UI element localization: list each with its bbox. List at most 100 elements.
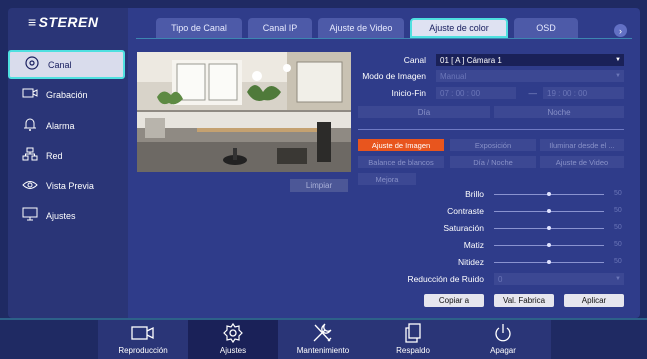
eye-icon bbox=[20, 179, 40, 193]
slider-knob[interactable] bbox=[547, 260, 551, 264]
tab-label: Tipo de Canal bbox=[171, 23, 227, 33]
copy-label: Copiar a bbox=[438, 296, 470, 305]
subtab-label: Iluminar desde el ... bbox=[549, 140, 615, 150]
subtab-exposicion[interactable]: Exposición bbox=[450, 139, 536, 151]
slider-knob[interactable] bbox=[547, 243, 551, 247]
sidebar-item-vista-previa[interactable]: Vista Previa bbox=[8, 171, 125, 200]
sidebar-item-label: Ajustes bbox=[46, 210, 76, 221]
camera-preview bbox=[137, 52, 351, 172]
apply-label: Aplicar bbox=[581, 296, 607, 305]
power-icon bbox=[492, 320, 514, 346]
chevron-down-icon: ▼ bbox=[615, 73, 621, 79]
video-record-icon bbox=[20, 87, 40, 102]
tab-label: Canal IP bbox=[262, 23, 298, 33]
chevron-down-icon: ▼ bbox=[615, 57, 621, 63]
tab-tipo-de-canal[interactable]: Tipo de Canal bbox=[156, 18, 242, 38]
sidebar-item-label: Canal bbox=[48, 59, 72, 70]
modo-imagen-value: Manual bbox=[440, 71, 467, 81]
subtab-label: Exposición bbox=[474, 140, 512, 150]
sidebar-item-label: Alarma bbox=[46, 120, 75, 131]
dock-label: Mantenimiento bbox=[296, 346, 350, 355]
dock-label: Respaldo bbox=[396, 346, 430, 355]
noise-reduction-label: Reducción de Ruido bbox=[407, 274, 484, 284]
dock-item-reproduccion[interactable]: Reproducción bbox=[98, 320, 188, 359]
slider-knob[interactable] bbox=[547, 192, 551, 196]
inicio-fin-label: Inicio-Fin bbox=[391, 88, 426, 98]
network-icon bbox=[20, 147, 40, 164]
default-label: Val. Fabrica bbox=[502, 296, 546, 305]
dock-item-apagar[interactable]: Apagar bbox=[458, 320, 548, 359]
camera-lens-icon bbox=[22, 56, 42, 73]
subtab-dia-noche[interactable]: Día / Noche bbox=[450, 156, 536, 168]
bottom-dock: Reproducción Ajustes Mantenimiento Respa… bbox=[98, 320, 551, 359]
camera-icon bbox=[130, 320, 156, 346]
apply-button[interactable]: Aplicar bbox=[564, 294, 624, 307]
tab-underline bbox=[136, 38, 632, 39]
sidebar-item-grabacion[interactable]: Grabación bbox=[8, 80, 125, 109]
subtab-ajuste-imagen[interactable]: Ajuste de Imagen bbox=[358, 139, 444, 151]
canal-select[interactable]: 01 [ A ] Cámara 1 ▼ bbox=[436, 54, 624, 66]
sidebar-item-ajustes[interactable]: Ajustes bbox=[8, 201, 125, 230]
tab-canal-ip[interactable]: Canal IP bbox=[248, 18, 312, 38]
slider-knob[interactable] bbox=[547, 226, 551, 230]
copy-button[interactable]: Copiar a bbox=[424, 294, 484, 307]
tab-label: Ajuste de Video bbox=[329, 23, 393, 33]
dock-item-respaldo[interactable]: Respaldo bbox=[368, 320, 458, 359]
files-icon bbox=[403, 320, 423, 346]
noise-reduction-value: 0 bbox=[498, 274, 503, 284]
subtab-label: Balance de blancos bbox=[368, 157, 434, 167]
subtab-label: Ajuste de Imagen bbox=[371, 140, 431, 150]
dock-label: Ajustes bbox=[219, 346, 247, 355]
slider-label: Nitidez bbox=[458, 257, 484, 267]
default-button[interactable]: Val. Fabrica bbox=[494, 294, 554, 307]
end-time-input[interactable]: 19 : 00 : 00 bbox=[543, 87, 624, 99]
canal-select-value: 01 [ A ] Cámara 1 bbox=[440, 55, 502, 65]
noche-button[interactable]: Noche bbox=[494, 106, 624, 118]
slider-label: Matiz bbox=[463, 240, 484, 250]
chevron-right-icon[interactable]: › bbox=[614, 24, 627, 37]
tab-label: OSD bbox=[536, 23, 556, 33]
noise-reduction-select[interactable]: 0 ▼ bbox=[494, 273, 624, 285]
dock-label: Apagar bbox=[490, 346, 516, 355]
slider-label: Brillo bbox=[465, 189, 484, 199]
modo-imagen-select[interactable]: Manual ▼ bbox=[436, 70, 624, 82]
modo-imagen-label: Modo de Imagen bbox=[362, 71, 426, 81]
slider-value: 50 bbox=[614, 241, 622, 248]
subtab-iluminar[interactable]: Iluminar desde el ... bbox=[540, 139, 624, 151]
slider-value: 50 bbox=[614, 224, 622, 231]
dia-button[interactable]: Día bbox=[358, 106, 490, 118]
dock-label: Reproducción bbox=[118, 346, 168, 355]
dock-item-ajustes[interactable]: Ajustes bbox=[188, 320, 278, 359]
clear-button[interactable]: Limpiar bbox=[290, 179, 348, 192]
tab-ajuste-de-video[interactable]: Ajuste de Video bbox=[318, 18, 404, 38]
dia-label: Día bbox=[417, 107, 431, 117]
subtab-balance-blancos[interactable]: Balance de blancos bbox=[358, 156, 444, 168]
canal-label: Canal bbox=[403, 55, 426, 65]
brand-logo: ≡ STEREN bbox=[28, 14, 99, 30]
subtab-mejora[interactable]: Mejora bbox=[358, 173, 416, 185]
clear-label: Limpiar bbox=[305, 181, 333, 190]
noche-label: Noche bbox=[547, 107, 571, 117]
sidebar-item-label: Red bbox=[46, 150, 63, 161]
sidebar-item-alarma[interactable]: Alarma bbox=[8, 111, 125, 140]
tab-osd[interactable]: OSD bbox=[514, 18, 578, 38]
sidebar-item-canal[interactable]: Canal bbox=[8, 50, 125, 79]
divider bbox=[358, 129, 624, 130]
dock-item-mantenimiento[interactable]: Mantenimiento bbox=[278, 320, 368, 359]
subtab-label: Día / Noche bbox=[473, 157, 513, 167]
tab-ajuste-de-color[interactable]: Ajuste de color bbox=[410, 18, 508, 38]
slider-value: 50 bbox=[614, 258, 622, 265]
subtab-ajuste-video[interactable]: Ajuste de Video bbox=[540, 156, 624, 168]
sidebar-item-red[interactable]: Red bbox=[8, 141, 125, 170]
start-time-input[interactable]: 07 : 00 : 00 bbox=[436, 87, 516, 99]
slider-label: Contraste bbox=[447, 206, 484, 216]
slider-knob[interactable] bbox=[547, 209, 551, 213]
bell-icon bbox=[20, 116, 40, 135]
monitor-icon bbox=[20, 207, 40, 224]
sidebar-item-label: Grabación bbox=[46, 89, 88, 100]
slider-value: 50 bbox=[614, 190, 622, 197]
chevron-down-icon: ▼ bbox=[615, 276, 621, 282]
tab-bar: Tipo de Canal Canal IP Ajuste de Video A… bbox=[156, 18, 584, 38]
tab-label: Ajuste de color bbox=[429, 23, 489, 33]
slider-label: Saturación bbox=[443, 223, 484, 233]
